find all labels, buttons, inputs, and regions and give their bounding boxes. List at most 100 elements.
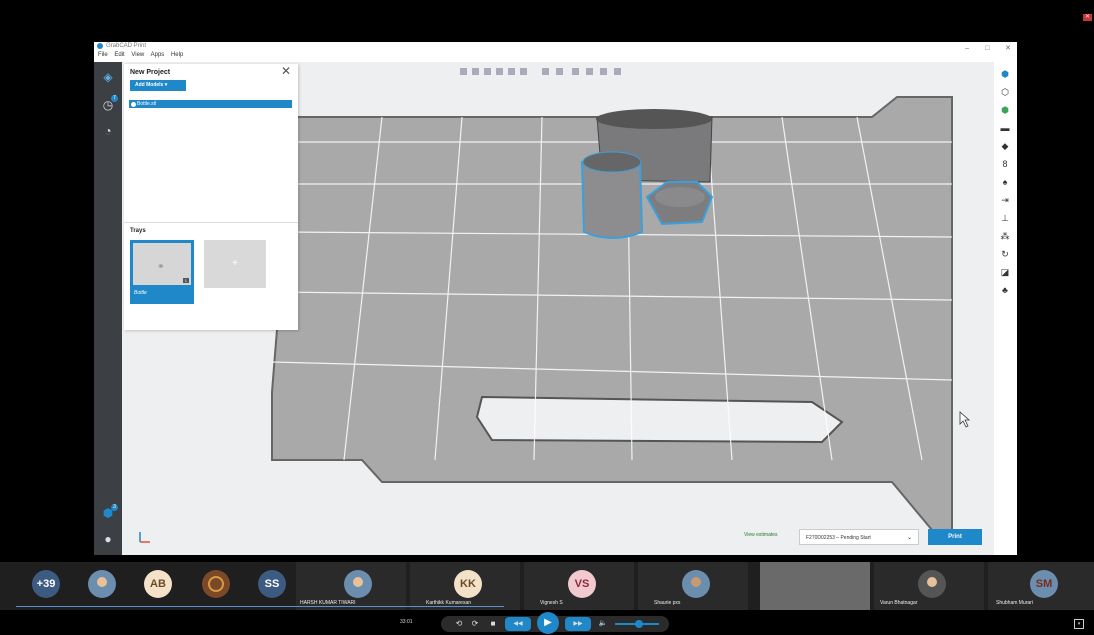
tray-preview: ⚭ 1	[133, 243, 191, 285]
left-rail: ◈ ◷ 7 ◔ ⬢ 3 ●	[94, 62, 122, 555]
scale-icon[interactable]: ◪	[999, 266, 1011, 278]
play-button[interactable]: ▶	[537, 612, 559, 634]
orient-icon[interactable]: ♠	[999, 176, 1011, 188]
control-pill: ⟲ ⟳ ■ ◀◀ ▶ ▶▶ 🔈	[441, 612, 669, 634]
maximize-button[interactable]: □	[985, 45, 989, 52]
avatar	[344, 570, 372, 598]
menu-bar: File Edit View Apps Help	[98, 52, 188, 58]
schedule-icon[interactable]: ◔	[101, 124, 115, 138]
print-button[interactable]: Print	[928, 529, 982, 545]
person-photo-icon	[927, 577, 937, 587]
participant-tile[interactable]: Shaurie pxs	[638, 562, 748, 610]
participant-name: Vignesh S	[540, 600, 563, 606]
menu-help[interactable]: Help	[171, 52, 183, 58]
divider	[124, 222, 298, 223]
avatar: SM	[1030, 570, 1058, 598]
avatar	[918, 570, 946, 598]
volume-slider-thumb[interactable]	[635, 620, 643, 628]
add-models-button[interactable]: Add Models ▾	[130, 80, 186, 91]
rotate-icon[interactable]: ↻	[999, 248, 1011, 260]
tray-name: Bottle	[134, 290, 147, 296]
model-item-label: Bottle.stl	[137, 101, 157, 107]
add-tray-button[interactable]: +	[204, 240, 266, 288]
person-photo-icon	[691, 577, 701, 587]
playback-progress[interactable]	[16, 606, 504, 607]
participant-video[interactable]	[760, 562, 870, 610]
person-photo-icon	[97, 577, 107, 587]
layers-icon[interactable]: ◆	[999, 140, 1011, 152]
participant-tile[interactable]: KK Karthikk Kumaresan	[410, 562, 520, 610]
view-estimates-link[interactable]: View estimates	[744, 532, 778, 538]
participant-name: Shubham Murari	[996, 600, 1033, 606]
printer-job-select[interactable]: F270D02253 – Pending Start ⌄	[799, 529, 919, 545]
redo-icon[interactable]: ⟳	[469, 617, 481, 631]
project-panel: New Project ✕ Add Models ▾ Bottle.stl Tr…	[124, 64, 298, 330]
model-icon	[131, 101, 136, 107]
more-participants-count[interactable]: +39	[32, 570, 60, 598]
tray-handle	[475, 395, 844, 444]
axes-icon	[139, 532, 150, 543]
fullscreen-icon[interactable]: ▾	[1074, 619, 1084, 629]
rewind-button[interactable]: ◀◀	[505, 617, 531, 631]
stack-icon[interactable]: 8	[999, 158, 1011, 170]
menu-edit[interactable]: Edit	[114, 52, 124, 58]
participant-name: Varun Bhatnagar	[880, 600, 918, 606]
project-icon[interactable]: ◈	[101, 70, 115, 84]
participant-slot[interactable]: AB	[142, 562, 178, 610]
stop-button[interactable]: ■	[487, 617, 499, 631]
move-icon[interactable]: ⇥	[999, 194, 1011, 206]
player-controls: 33:01 ⟲ ⟳ ■ ◀◀ ▶ ▶▶ 🔈 ▾	[0, 612, 1094, 635]
undo-icon[interactable]: ⟲	[453, 617, 465, 631]
participant-tile[interactable]: HARSH KUMAR TIWARI	[296, 562, 406, 610]
measure-icon[interactable]: ▬	[999, 122, 1011, 134]
cube-icon[interactable]: ⬡	[999, 86, 1011, 98]
close-window-button[interactable]: ✕	[1005, 45, 1011, 52]
avatar: KK	[454, 570, 482, 598]
view-toolbar	[460, 68, 621, 75]
person-photo-icon	[353, 577, 363, 587]
align-icon[interactable]: ⊥	[999, 212, 1011, 224]
pattern-photo-icon	[208, 576, 224, 592]
tray-count-badge: 1	[182, 278, 189, 283]
panel-title: New Project	[130, 69, 171, 76]
trays-heading: Trays	[130, 228, 146, 234]
support-icon[interactable]: ♣	[999, 284, 1011, 296]
title-bar: GrabCAD Print File Edit View Apps Help –…	[94, 42, 1017, 62]
menu-file[interactable]: File	[98, 52, 108, 58]
participant-tile[interactable]: Varun Bhatnagar	[874, 562, 984, 610]
participant-slot[interactable]: +39	[30, 562, 66, 610]
participant-slot[interactable]: SS	[256, 562, 292, 610]
window-controls: – □ ✕	[951, 44, 1011, 52]
timestamp: 33:01	[400, 619, 413, 625]
panel-close-button[interactable]: ✕	[281, 64, 291, 78]
box-model-top	[596, 109, 712, 129]
printer-badge: 3	[111, 504, 118, 511]
model-list-item[interactable]: Bottle.stl	[129, 100, 292, 108]
fast-forward-button[interactable]: ▶▶	[565, 617, 591, 631]
avatar: SS	[258, 570, 286, 598]
model-view-icon[interactable]: ⬢	[999, 68, 1011, 80]
avatar	[202, 570, 230, 598]
avatar	[682, 570, 710, 598]
tray-thumbnail[interactable]: ⚭ 1 Bottle	[130, 240, 194, 304]
participant-slot[interactable]	[86, 562, 122, 610]
arrange-icon[interactable]: ⁂	[999, 230, 1011, 242]
user-icon[interactable]: ●	[101, 532, 115, 546]
participant-slot[interactable]	[200, 562, 236, 610]
minimize-button[interactable]: –	[965, 45, 969, 52]
app-logo-icon	[97, 43, 103, 49]
cursor-icon	[959, 411, 971, 428]
history-badge: 7	[111, 95, 118, 102]
chevron-down-icon: ⌄	[906, 535, 912, 541]
job-select-value: F270D02253 – Pending Start	[806, 535, 871, 541]
participant-tile[interactable]: VS Vignesh S	[524, 562, 634, 610]
menu-view[interactable]: View	[131, 52, 144, 58]
volume-icon[interactable]: 🔈	[597, 617, 609, 631]
cap-model-top	[655, 187, 705, 207]
participant-tile[interactable]: SM Shubham Murari	[988, 562, 1094, 610]
menu-apps[interactable]: Apps	[151, 52, 165, 58]
right-toolbar: ⬢ ⬡ ⬢ ▬ ◆ 8 ♠ ⇥ ⊥ ⁂ ↻ ◪ ♣	[994, 62, 1017, 555]
bottle-model-top	[582, 151, 642, 173]
material-icon[interactable]: ⬢	[999, 104, 1011, 116]
player-close-icon[interactable]: ✕	[1083, 14, 1092, 21]
